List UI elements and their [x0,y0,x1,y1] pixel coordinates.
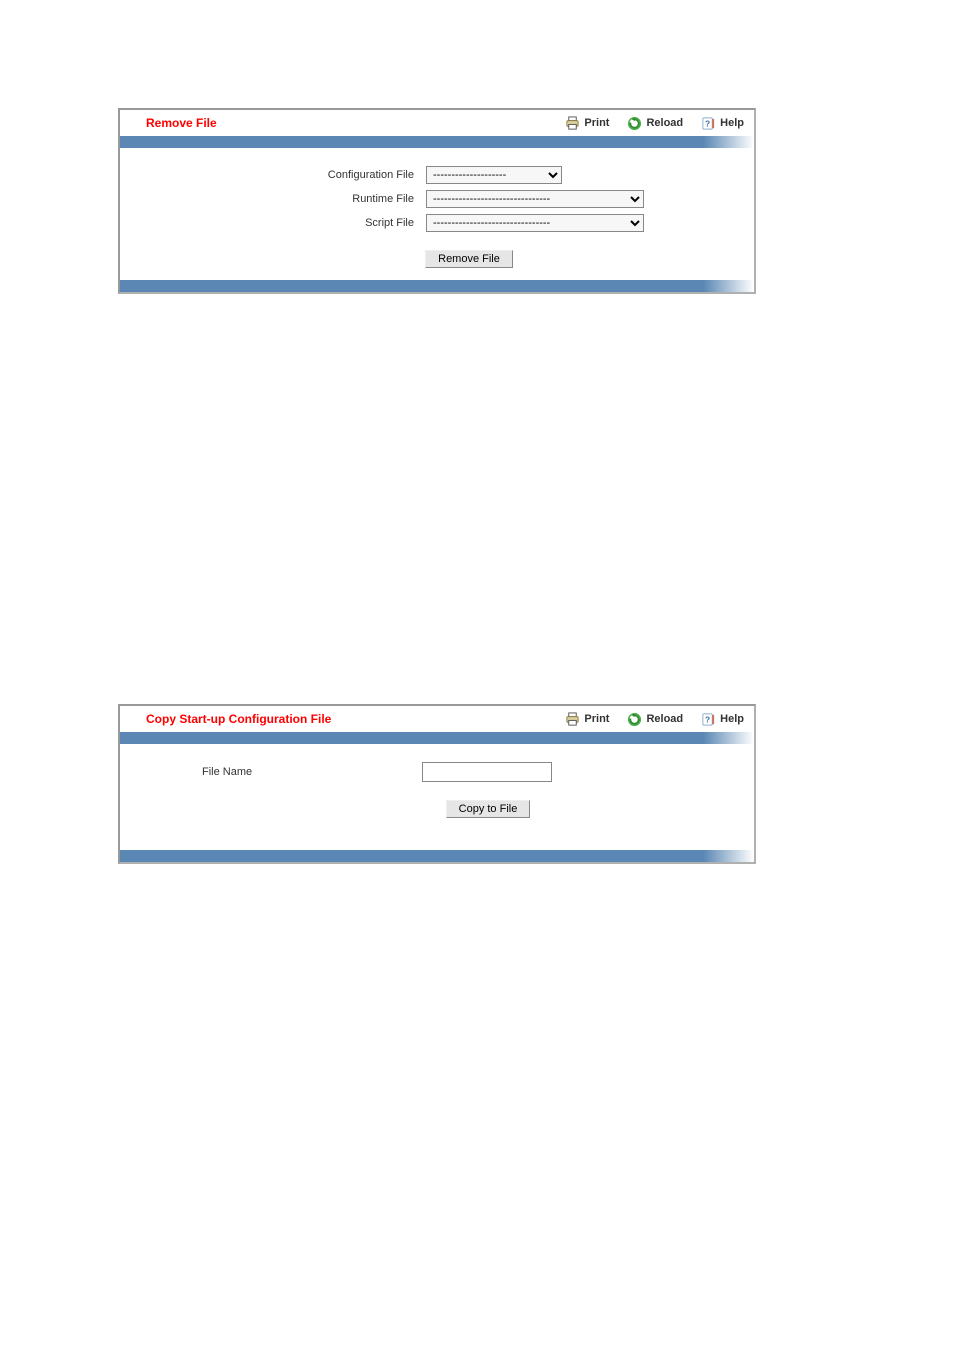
runtime-file-row: Runtime File ---------------------------… [134,190,740,208]
runtime-file-label: Runtime File [134,193,426,205]
print-link[interactable]: Print [565,116,609,131]
help-label: Help [720,117,744,129]
header-divider [120,732,754,744]
print-label: Print [584,713,609,725]
remove-action-row: Remove File [134,250,740,268]
panel-header: Copy Start-up Configuration File Print [120,706,754,732]
header-links: Print Reload [565,712,744,727]
header-links: Print Reload [565,116,744,131]
print-label: Print [584,117,609,129]
print-icon [565,712,580,727]
help-label: Help [720,713,744,725]
copy-to-file-button[interactable]: Copy to File [446,800,531,818]
runtime-file-select[interactable]: -------------------------------- [426,190,644,208]
panel-title: Remove File [146,116,217,130]
remove-file-panel: Remove File Print [118,108,756,294]
script-file-label: Script File [134,217,426,229]
svg-text:?: ? [705,714,710,724]
help-link[interactable]: ? Help [701,116,744,131]
reload-icon [627,712,642,727]
config-file-label: Configuration File [134,169,426,181]
remove-file-button[interactable]: Remove File [425,250,513,268]
footer-divider [120,280,754,292]
panel-body: File Name Copy to File [120,744,754,864]
help-icon: ? [701,712,716,727]
reload-label: Reload [646,117,683,129]
script-file-select[interactable]: -------------------------------- [426,214,644,232]
reload-link[interactable]: Reload [627,712,683,727]
header-divider [120,136,754,148]
panel-header: Remove File Print [120,110,754,136]
reload-link[interactable]: Reload [627,116,683,131]
filename-label: File Name [134,766,422,778]
script-file-row: Script File ----------------------------… [134,214,740,232]
config-file-select[interactable]: -------------------- [426,166,562,184]
help-link[interactable]: ? Help [701,712,744,727]
reload-icon [627,116,642,131]
reload-label: Reload [646,713,683,725]
print-icon [565,116,580,131]
panel-title: Copy Start-up Configuration File [146,712,331,726]
svg-text:?: ? [705,118,710,128]
copy-config-panel: Copy Start-up Configuration File Print [118,704,756,864]
help-icon: ? [701,116,716,131]
filename-input[interactable] [422,762,552,782]
filename-row: File Name [134,762,740,782]
config-file-row: Configuration File -------------------- [134,166,740,184]
copy-action-row: Copy to File [134,800,740,818]
print-link[interactable]: Print [565,712,609,727]
footer-divider [120,850,754,862]
